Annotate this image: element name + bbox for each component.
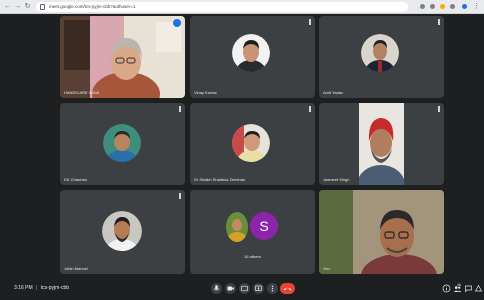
present-button[interactable]: [253, 283, 264, 294]
letter-avatar: S: [250, 212, 278, 240]
participant-name: Jasmeet Singh: [323, 177, 350, 182]
more-options-icon[interactable]: [438, 19, 440, 25]
participant-tile[interactable]: Vinay Kumar: [190, 16, 315, 98]
self-view-tile[interactable]: You: [319, 190, 444, 274]
participant-name: HANDICARE INDIA: [64, 90, 100, 95]
activities-button[interactable]: [474, 284, 483, 293]
browser-toolbar: ← → ↻ meet.google.com/tcs-pyjm-cbb?authu…: [0, 0, 484, 14]
end-call-icon: [283, 287, 292, 291]
participant-avatar: [361, 34, 399, 72]
others-tile[interactable]: S 16 others: [190, 190, 315, 274]
address-bar[interactable]: meet.google.com/tcs-pyjm-cbb?authuser=1: [36, 2, 408, 12]
meeting-info: 3:16 PM | tcs-pyjm-cbb: [14, 285, 69, 291]
extension-icon[interactable]: [420, 4, 425, 9]
participant-avatar: [102, 211, 142, 251]
chat-icon: [465, 285, 472, 293]
participant-tile[interactable]: DK Chauhan: [60, 103, 185, 185]
participant-video: [359, 103, 404, 185]
separator: |: [36, 285, 38, 291]
more-options-icon[interactable]: [438, 106, 440, 112]
participant-name: Dr Shaikh Shahbaz Zeeshan: [194, 177, 246, 182]
profile-avatar[interactable]: [462, 4, 467, 9]
end-call-button[interactable]: [280, 283, 295, 294]
camera-button[interactable]: [225, 283, 236, 294]
participant-tile[interactable]: Jasmeet Singh: [319, 103, 444, 185]
meeting-info-button[interactable]: [442, 284, 451, 293]
participant-name: You: [323, 266, 330, 271]
participant-avatar: [232, 124, 270, 162]
meeting-time: 3:16 PM: [14, 285, 33, 291]
extension-icon[interactable]: [440, 4, 445, 9]
more-options-icon[interactable]: [179, 193, 181, 199]
captions-icon: [241, 285, 248, 292]
participant-count: 46: [457, 283, 461, 287]
meeting-code: tcs-pyjm-cbb: [40, 285, 70, 291]
participant-name: Jobin Manuel: [64, 266, 88, 271]
participant-avatar: [226, 212, 248, 242]
self-view-video: [319, 190, 444, 274]
more-icon: [271, 285, 274, 292]
participant-video: [60, 16, 185, 98]
reload-icon[interactable]: ↻: [23, 2, 32, 11]
participant-avatar: [232, 34, 270, 72]
participant-name: Amit Yadav: [323, 90, 344, 95]
speaking-indicator-icon: [173, 19, 181, 27]
camera-icon: [227, 286, 234, 291]
chat-button[interactable]: [464, 284, 473, 293]
participant-avatar: [103, 124, 141, 162]
extension-icon[interactable]: [430, 4, 435, 9]
participant-tile[interactable]: Amit Yadav: [319, 16, 444, 98]
more-options-icon[interactable]: [309, 19, 311, 25]
info-icon: [442, 284, 451, 293]
others-count: 16 others: [244, 254, 261, 259]
participant-tile[interactable]: HANDICARE INDIA: [60, 16, 185, 98]
more-options-icon[interactable]: [309, 106, 311, 112]
participant-tile[interactable]: Jobin Manuel: [60, 190, 185, 274]
url-text: meet.google.com/tcs-pyjm-cbb?authuser=1: [49, 4, 136, 9]
captions-button[interactable]: [239, 283, 250, 294]
back-icon[interactable]: ←: [3, 2, 12, 11]
microphone-button[interactable]: [211, 283, 222, 294]
present-icon: [255, 285, 262, 291]
forward-icon[interactable]: →: [13, 2, 22, 11]
participant-tile[interactable]: Dr Shaikh Shahbaz Zeeshan: [190, 103, 315, 185]
browser-menu-icon[interactable]: ⋮: [472, 2, 481, 11]
people-button[interactable]: 46: [453, 283, 462, 293]
meeting-control-bar: 3:16 PM | tcs-pyjm-cbb 46: [0, 278, 484, 300]
activities-icon: [474, 284, 483, 292]
participant-name: Vinay Kumar: [194, 90, 217, 95]
more-options-icon[interactable]: [179, 106, 181, 112]
lock-icon: [40, 4, 45, 10]
microphone-icon: [213, 285, 220, 291]
more-options-button[interactable]: [267, 283, 278, 294]
participant-name: DK Chauhan: [64, 177, 87, 182]
extension-icon[interactable]: [450, 4, 455, 9]
